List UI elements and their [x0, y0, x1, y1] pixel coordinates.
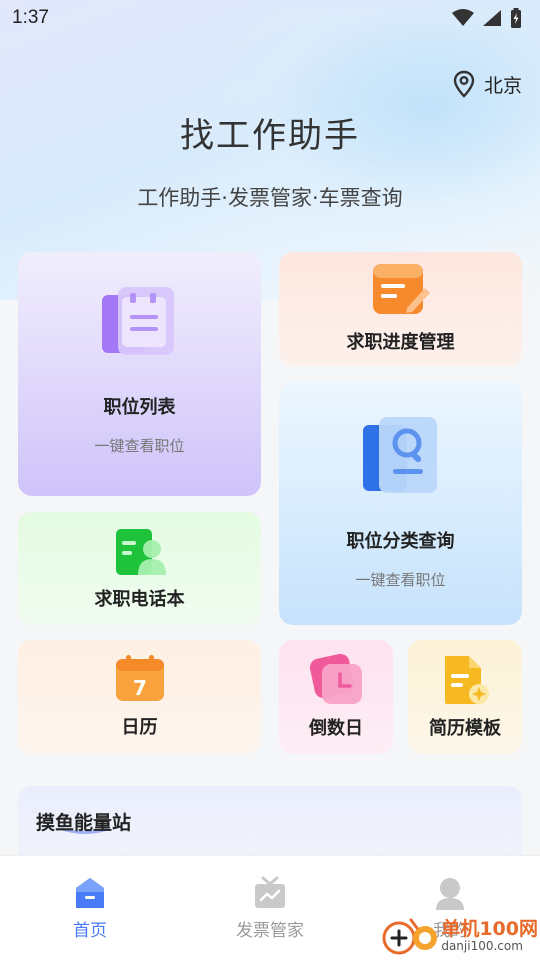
category-search-icon — [362, 417, 437, 493]
job-phonebook-title: 求职电话本 — [94, 588, 185, 610]
countdown-clock-icon — [309, 654, 362, 704]
job-category-subtitle: 一键查看职位 — [355, 571, 446, 589]
site-watermark: 单机100网 danji100.com — [381, 916, 538, 956]
location-pin-icon — [453, 70, 475, 98]
job-list-title: 职位列表 — [103, 396, 176, 418]
countdown-card[interactable]: 倒数日 — [279, 640, 393, 754]
job-list-subtitle: 一键查看职位 — [94, 436, 185, 455]
calendar-card[interactable]: 7 日历 — [18, 640, 261, 754]
nav-item-invoice[interactable]: 发票管家 — [180, 856, 360, 960]
app-subtitle: 工作助手·发票管家·车票查询 — [137, 186, 403, 210]
nav-item-home[interactable]: 首页 — [0, 856, 180, 960]
calendar-icon: 7 — [115, 655, 164, 701]
invoice-icon — [255, 876, 285, 908]
battery-icon — [511, 8, 521, 28]
job-list-icon — [101, 286, 174, 355]
location-selector[interactable]: 北京 — [452, 70, 522, 98]
profile-icon — [436, 878, 464, 910]
job-progress-title: 求职进度管理 — [346, 332, 455, 353]
job-category-title: 职位分类查询 — [346, 531, 455, 552]
job-list-card[interactable]: 职位列表 一键查看职位 — [18, 252, 261, 496]
watermark-url: danji100.com — [441, 939, 523, 953]
resume-template-title: 简历模板 — [429, 718, 501, 739]
job-category-card[interactable]: 职位分类查询 一键查看职位 — [279, 382, 522, 625]
resume-document-icon — [445, 656, 489, 704]
status-time: 1:37 — [12, 7, 49, 28]
home-icon — [76, 878, 104, 908]
resume-template-card[interactable]: 简历模板 — [408, 640, 522, 754]
watermark-logo-icon — [382, 918, 438, 955]
calendar-icon-day: 7 — [133, 676, 147, 700]
job-phonebook-card[interactable]: 求职电话本 — [18, 512, 261, 625]
signal-icon — [483, 10, 501, 26]
countdown-title: 倒数日 — [309, 718, 363, 739]
wifi-icon — [452, 9, 474, 26]
status-icons — [452, 8, 522, 28]
status-bar: 1:37 — [0, 0, 540, 36]
job-progress-card[interactable]: 求职进度管理 — [279, 252, 522, 366]
location-label: 北京 — [483, 74, 522, 97]
energy-station-title: 摸鱼能量站 — [36, 812, 132, 834]
progress-edit-icon — [372, 264, 430, 314]
nav-label-home: 首页 — [73, 921, 107, 941]
calendar-title: 日历 — [121, 717, 158, 738]
watermark-text: 单机100网 danji100.com — [441, 919, 538, 953]
app-title: 找工作助手 — [180, 116, 360, 156]
watermark-brand: 单机100网 — [441, 918, 538, 940]
nav-label-invoice: 发票管家 — [236, 921, 304, 941]
phonebook-contact-icon — [115, 528, 166, 575]
